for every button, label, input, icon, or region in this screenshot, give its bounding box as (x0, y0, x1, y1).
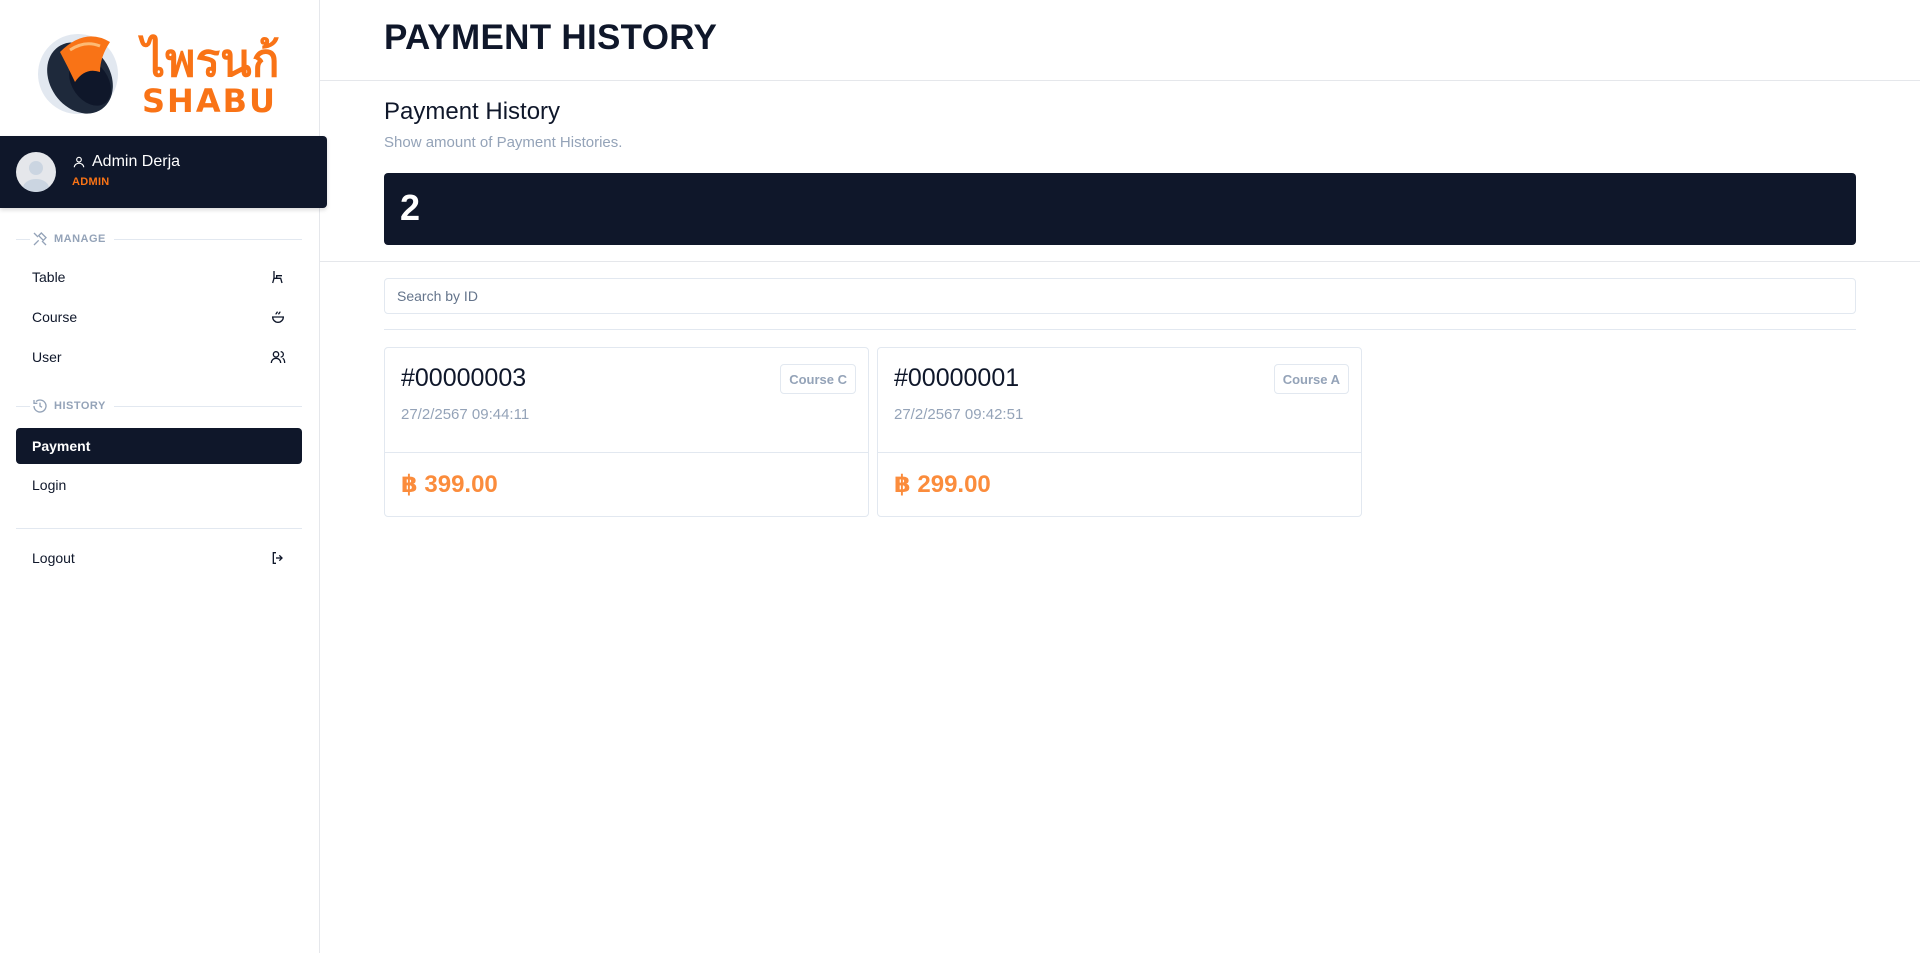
main-content: PAYMENT HISTORY Payment History Show amo… (320, 0, 1920, 953)
logout-icon (270, 550, 286, 566)
profile-name-row: Admin Derja (72, 153, 180, 171)
user-avatar-icon (23, 161, 49, 192)
profile-name: Admin Derja (92, 153, 181, 170)
svg-text:ไพรนก้น: ไพรนก้น (137, 33, 280, 87)
card-divider (385, 452, 868, 453)
sidebar-divider (16, 528, 302, 529)
stat-description: Show amount of Payment Histories. (384, 134, 623, 151)
section-manage: MANAGE (16, 231, 302, 247)
logout-button[interactable]: Logout (16, 540, 302, 576)
card-divider (878, 452, 1361, 453)
sidebar-item-table[interactable]: Table (16, 259, 302, 295)
stat-divider (320, 261, 1920, 262)
profile-role: ADMIN (72, 176, 110, 188)
sidebar-item-login[interactable]: Login (16, 467, 302, 503)
history-icon (32, 398, 48, 414)
table-chair-icon (270, 269, 286, 285)
search-divider (384, 329, 1856, 330)
payment-card[interactable]: #00000001 Course A 27/2/2567 09:42:51 ฿ … (877, 347, 1362, 517)
stat-box: 2 (384, 173, 1856, 245)
bowl-icon (270, 309, 286, 325)
stat-title: Payment History (384, 98, 561, 125)
payment-amount: ฿ 399.00 (401, 471, 498, 498)
course-badge: Course A (1273, 364, 1349, 394)
user-icon (73, 156, 85, 168)
payment-datetime: 27/2/2567 09:44:11 (401, 406, 530, 423)
section-history: HISTORY (16, 398, 302, 414)
payment-card[interactable]: #00000003 Course C 27/2/2567 09:44:11 ฿ … (384, 347, 869, 517)
users-icon (270, 349, 286, 365)
sidebar: ไพรนก้น SHABU Admin Derja ADMIN MANAGE (0, 0, 327, 953)
shabu-logo[interactable]: ไพรนก้น SHABU (30, 12, 280, 120)
svg-text:SHABU: SHABU (142, 82, 277, 120)
page-title: PAYMENT HISTORY (384, 18, 718, 57)
course-badge: Course C (780, 364, 856, 394)
sidebar-item-course[interactable]: Course (16, 299, 302, 335)
sidebar-item-user[interactable]: User (16, 339, 302, 375)
sidebar-item-payment[interactable]: Payment (16, 428, 302, 464)
avatar (16, 152, 56, 192)
search-input[interactable] (384, 278, 1856, 314)
tools-icon (32, 231, 48, 247)
payment-id: #00000001 (894, 364, 1020, 392)
payment-datetime: 27/2/2567 09:42:51 (894, 406, 1024, 423)
profile-card[interactable]: Admin Derja ADMIN (0, 136, 327, 208)
stat-value: 2 (400, 187, 421, 228)
payment-id: #00000003 (401, 364, 527, 392)
header-divider (320, 80, 1920, 81)
payment-amount: ฿ 299.00 (894, 471, 991, 498)
